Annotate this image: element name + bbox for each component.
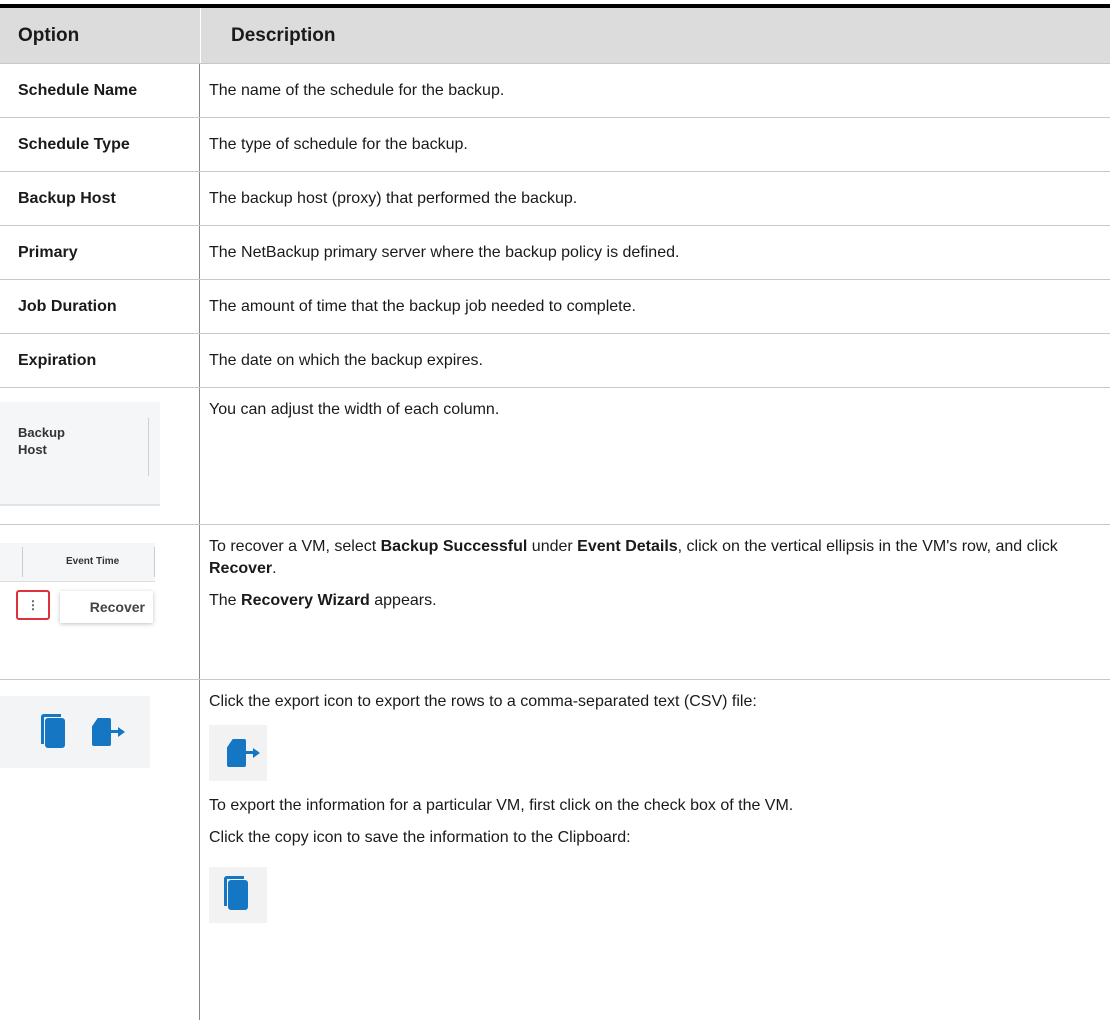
- thumbnail-table-header: Event Time: [0, 543, 155, 582]
- option-thumbnail: [0, 680, 200, 1020]
- text: To recover a VM, select: [209, 538, 381, 555]
- copy-instructions: Click the copy icon to save the informat…: [209, 829, 631, 846]
- table-row: Click the export icon to export the rows…: [0, 680, 1110, 1020]
- export-icon: [92, 718, 125, 746]
- option-description: The type of schedule for the backup.: [209, 135, 468, 153]
- option-thumbnail: Backup Host: [0, 388, 200, 524]
- text: .: [272, 560, 277, 577]
- table-row: Schedule Type The type of schedule for t…: [0, 118, 1110, 172]
- divider: [22, 547, 23, 577]
- option-thumbnail: Event Time ⋮ Recover: [0, 525, 200, 679]
- option-description: Click the export icon to export the rows…: [200, 680, 1110, 1020]
- option-description: The name of the schedule for the backup.: [209, 81, 505, 99]
- option-name: Schedule Type: [0, 118, 200, 171]
- option-description: The amount of time that the backup job n…: [209, 297, 636, 315]
- option-description: You can adjust the width of each column.: [200, 388, 1110, 524]
- table-row: Job Duration The amount of time that the…: [0, 280, 1110, 334]
- recover-instructions: To recover a VM, select Backup Successfu…: [209, 536, 1110, 580]
- header-option: Option: [18, 24, 80, 46]
- table-row: Backup Host The backup host (proxy) that…: [0, 172, 1110, 226]
- option-name: Schedule Name: [0, 64, 200, 117]
- table-row: Schedule Name The name of the schedule f…: [0, 64, 1110, 118]
- divider: [154, 547, 155, 577]
- text: under: [527, 538, 578, 555]
- copy-icon-image: [209, 867, 267, 923]
- vertical-ellipsis-icon: ⋮: [16, 590, 50, 620]
- bold-text: Event Details: [577, 538, 678, 555]
- copy-icon: [41, 714, 65, 748]
- thumbnail-event-time: Event Time: [66, 556, 120, 567]
- export-icon: [227, 739, 260, 767]
- bold-text: Backup Successful: [380, 538, 528, 555]
- recover-result: The Recovery Wizard appears.: [209, 590, 437, 612]
- text: appears.: [369, 592, 437, 609]
- text: The: [209, 592, 242, 609]
- option-name: Primary: [0, 226, 200, 279]
- option-name: Job Duration: [0, 280, 200, 333]
- table-row: Event Time ⋮ Recover To recover a VM, se…: [0, 525, 1110, 680]
- option-name: Expiration: [0, 334, 200, 387]
- options-table: Option Description Schedule Name The nam…: [0, 4, 1110, 1020]
- column-header-thumbnail: Backup Host: [0, 402, 160, 506]
- recover-thumbnail: Event Time ⋮ Recover: [0, 543, 160, 629]
- export-vm-instructions: To export the information for a particul…: [209, 797, 794, 814]
- thumbnail-label-line: Backup: [18, 425, 65, 440]
- option-description: The backup host (proxy) that performed t…: [209, 189, 578, 207]
- header-description: Description: [200, 8, 1110, 63]
- option-description: To recover a VM, select Backup Successfu…: [200, 525, 1110, 679]
- option-description: The NetBackup primary server where the b…: [209, 243, 680, 261]
- column-resize-divider: [148, 418, 149, 476]
- table-row: Backup Host You can adjust the width of …: [0, 388, 1110, 525]
- table-row: Expiration The date on which the backup …: [0, 334, 1110, 388]
- option-description: The date on which the backup expires.: [209, 351, 483, 369]
- text: , click on the vertical ellipsis in the …: [677, 538, 1058, 555]
- table-row: Primary The NetBackup primary server whe…: [0, 226, 1110, 280]
- option-name: Backup Host: [0, 172, 200, 225]
- thumbnail-recover-menu-item: Recover: [60, 591, 153, 623]
- thumbnail-label-line: Host: [18, 442, 47, 457]
- icons-thumbnail: [0, 696, 150, 768]
- description-text: You can adjust the width of each column.: [209, 401, 500, 418]
- bold-text: Recovery Wizard: [241, 592, 370, 609]
- export-icon-image: [209, 725, 267, 781]
- copy-icon: [224, 876, 248, 910]
- table-header: Option Description: [0, 8, 1110, 64]
- thumbnail-column-label: Backup Host: [18, 424, 65, 458]
- export-instructions: Click the export icon to export the rows…: [209, 693, 757, 710]
- bold-text: Recover: [209, 560, 273, 577]
